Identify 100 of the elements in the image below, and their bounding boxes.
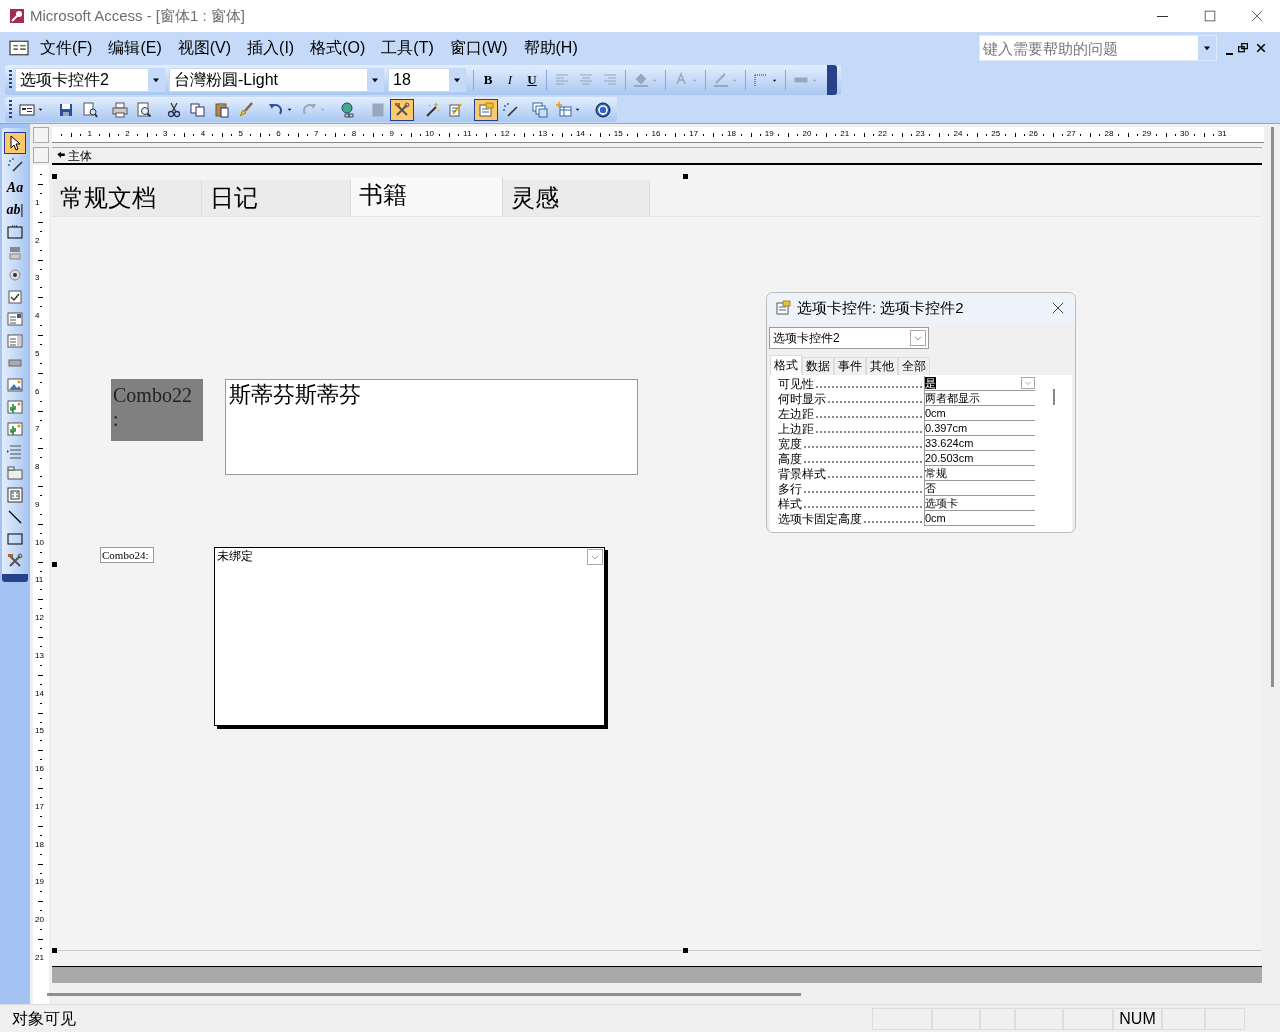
menu-item[interactable]: 文件(F)	[32, 36, 101, 60]
selection-handle	[683, 174, 688, 179]
minimize-icon	[1157, 15, 1168, 17]
cactus-frame-icon	[7, 399, 23, 415]
property-sheet-icon	[775, 300, 791, 316]
ruler-number: 31	[1217, 129, 1227, 139]
ruler-number: 15	[613, 129, 623, 139]
property-label: 样式	[778, 497, 802, 511]
pen-line-icon	[713, 72, 729, 88]
property-value[interactable]: 0cm	[924, 511, 1035, 526]
form-tab[interactable]: 常规文档	[52, 180, 202, 216]
wand-dots-icon	[7, 157, 23, 173]
menu-item[interactable]: 编辑(E)	[100, 36, 170, 60]
tab-control-icon	[7, 465, 23, 481]
menu-item[interactable]: 帮助(H)	[515, 36, 586, 60]
wand-dots-icon	[502, 101, 518, 118]
help-search-field[interactable]: 键入需要帮助的问题	[979, 35, 1217, 61]
property-tab[interactable]: 数据	[802, 357, 834, 375]
help-icon	[595, 101, 611, 118]
hammer-wrench-icon	[7, 553, 23, 569]
form-tab[interactable]: 书籍	[351, 177, 503, 216]
window-title: Microsoft Access - [窗体1 : 窗体]	[30, 5, 246, 26]
ruler-number: 21	[840, 129, 850, 139]
ruler-number: 28	[1104, 129, 1114, 139]
close-icon	[1250, 10, 1263, 22]
property-tab[interactable]: 其他	[866, 357, 898, 375]
property-value[interactable]: 否	[924, 481, 1035, 496]
menu-item[interactable]: 格式(O)	[302, 36, 374, 60]
property-label: 何时显示	[778, 392, 826, 406]
property-label: 背景样式	[778, 467, 826, 481]
object-select[interactable]: 选项卡控件2	[769, 327, 929, 349]
option-group-icon	[7, 223, 23, 239]
new-table-icon	[556, 101, 572, 118]
ruler-number: 12	[35, 613, 44, 623]
size-combo[interactable]: 18	[388, 68, 466, 92]
property-value[interactable]: 0cm	[924, 406, 1035, 421]
property-value[interactable]: 两者都显示	[924, 391, 1035, 406]
ruler-number: 2	[125, 129, 130, 139]
selection-handle	[52, 562, 57, 567]
image-icon	[7, 377, 23, 393]
property-tab[interactable]: 事件	[834, 357, 866, 375]
globe-link-icon	[340, 101, 356, 118]
property-label: 上边距	[778, 422, 814, 436]
property-tab[interactable]: 格式	[770, 355, 802, 375]
code-document-icon	[448, 101, 464, 118]
ruler-number: 4	[200, 129, 206, 139]
property-label: 多行	[778, 482, 802, 496]
ruler-number: 1	[87, 129, 92, 139]
property-tab[interactable]: 全部	[898, 357, 930, 375]
property-value[interactable]: 常规	[924, 466, 1035, 481]
property-label: 高度	[778, 452, 802, 466]
form-tab[interactable]: 灵感	[503, 180, 650, 216]
ruler-number: 7	[314, 129, 319, 139]
ruler-number: 17	[689, 129, 699, 139]
ruler-number: 26	[1029, 129, 1038, 139]
font-combo[interactable]: 台灣粉圓-Light	[169, 68, 384, 92]
property-sheet-icon	[478, 101, 494, 118]
toolbox-button[interactable]	[4, 132, 26, 154]
property-value[interactable]: 33.624cm	[924, 436, 1035, 451]
menu-item[interactable]: 视图(V)	[169, 36, 240, 60]
ruler-number: 6	[35, 386, 40, 397]
grip-icon	[9, 70, 12, 90]
property-value[interactable]: 选项卡	[924, 496, 1035, 511]
selection-handle	[683, 948, 688, 953]
ruler-number: 16	[35, 764, 44, 774]
toolbar-button[interactable]	[390, 98, 414, 121]
clipboard-icon	[214, 101, 230, 118]
toolbar-button[interactable]	[474, 98, 498, 121]
property-value[interactable]: 20.503cm	[924, 451, 1035, 466]
printer-icon	[112, 101, 128, 118]
format-button[interactable]: B	[477, 69, 499, 91]
radio-button-icon	[7, 267, 23, 283]
form-menu-icon	[6, 39, 32, 57]
menu-item[interactable]: 插入(I)	[239, 36, 303, 60]
dotted-border-icon	[753, 72, 769, 88]
format-button[interactable]: U	[521, 69, 543, 91]
toolbox-button[interactable]: ab|	[4, 198, 26, 220]
ruler-number: 24	[953, 129, 963, 139]
checkbox-icon	[7, 289, 23, 305]
dropdown-arrow-icon	[286, 106, 293, 113]
ruler-number: 23	[915, 129, 925, 139]
menu-item[interactable]: 工具(T)	[373, 36, 442, 60]
ruler-number: 22	[878, 129, 887, 139]
status-text: 对象可见	[12, 1008, 77, 1029]
format-button[interactable]: I	[499, 69, 521, 91]
ruler-corner	[33, 147, 49, 163]
toolbox-button[interactable]: Aa	[4, 176, 26, 198]
field-label: Combo24:	[100, 547, 154, 563]
ruler-number: 6	[276, 129, 281, 139]
property-value[interactable]: 是	[924, 376, 1035, 391]
menu-item[interactable]: 窗口(W)	[441, 36, 516, 60]
pointer-icon	[7, 135, 23, 151]
property-value[interactable]: 0.397cm	[924, 421, 1035, 436]
dialog-title: 选项卡控件: 选项卡控件2	[797, 297, 964, 318]
form-tab[interactable]: 日记	[202, 180, 351, 216]
ruler-number: 10	[425, 129, 434, 139]
ruler-number: 18	[727, 129, 736, 139]
grip-icon	[9, 99, 12, 120]
ruler-number: 19	[764, 129, 774, 139]
object-combo[interactable]: 选项卡控件2	[15, 68, 165, 92]
